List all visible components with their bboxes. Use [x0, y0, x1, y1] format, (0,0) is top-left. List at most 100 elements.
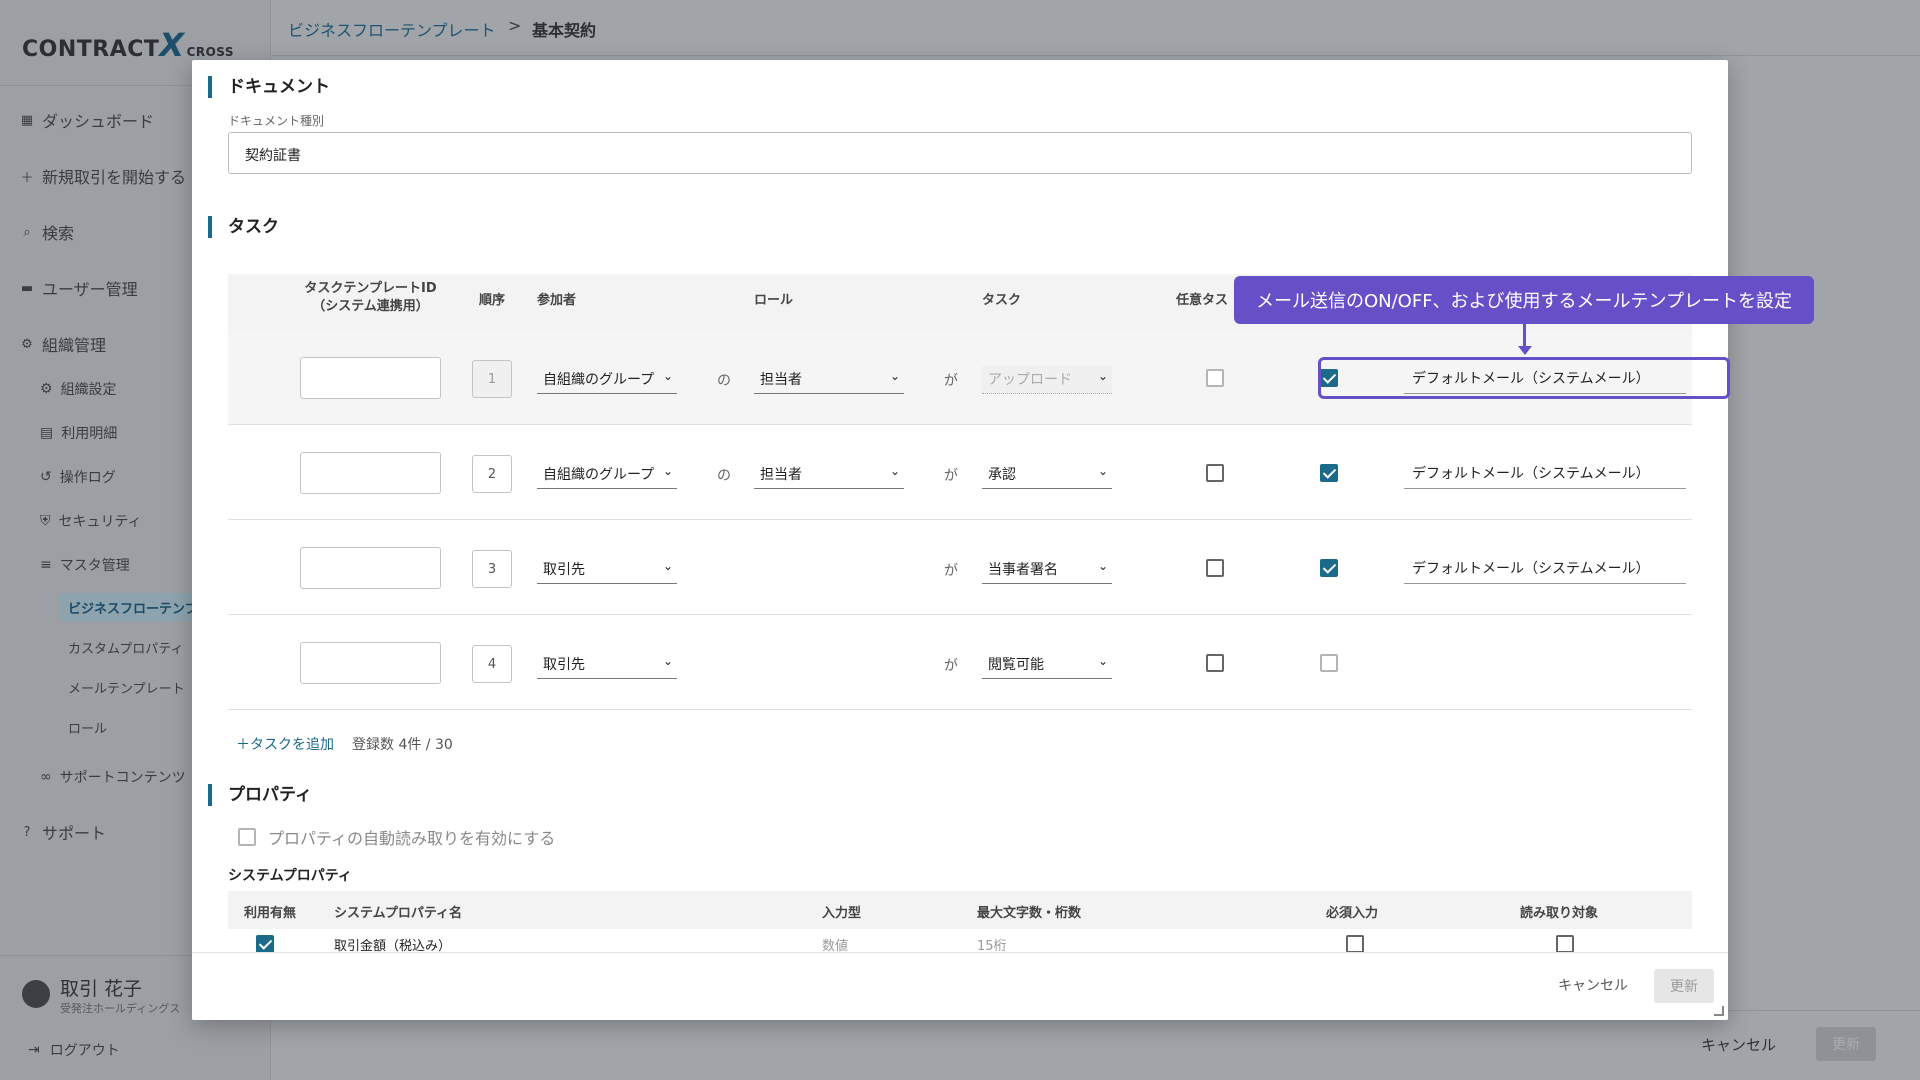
sidebar-item-billing[interactable]: ▤ 利用明細 [40, 423, 117, 443]
optional-checkbox[interactable] [1206, 559, 1224, 577]
template-id-input[interactable] [300, 452, 441, 494]
chevron-down-icon: ⌄ [889, 369, 900, 383]
mail-checkbox[interactable] [1320, 654, 1338, 672]
chevron-down-icon: ⌄ [1097, 369, 1108, 383]
sidebar-item-master[interactable]: ≡ マスタ管理 [40, 555, 130, 575]
page-update-button[interactable]: 更新 [1816, 1027, 1876, 1061]
order-field: 1 [472, 360, 512, 398]
section-title-property: プロパティ [208, 784, 312, 806]
chevron-down-icon: ⌄ [662, 559, 673, 573]
register-count: 登録数 4件 / 30 [352, 737, 453, 753]
sidebar-item-new-deal[interactable]: ＋ 新規取引を開始する [20, 164, 186, 188]
property-table-header: 利用有無 システムプロパティ名 入力型 最大文字数・桁数 必須入力 読み取り対象 [228, 891, 1692, 929]
order-field[interactable]: 4 [472, 645, 512, 683]
document-type-label: ドキュメント種別 [228, 114, 325, 128]
header-order: 順序 [478, 293, 505, 308]
auto-read-checkbox[interactable] [238, 828, 256, 846]
mail-template-select[interactable]: デフォルトメール（システムメール） [1404, 554, 1686, 584]
sidebar-item-dashboard[interactable]: ▦ ダッシュボード [20, 108, 154, 132]
optional-checkbox[interactable] [1206, 369, 1224, 387]
topbar: ビジネスフローテンプレート > 基本契約 [272, 0, 1920, 56]
order-field[interactable]: 2 [472, 455, 512, 493]
participant-select[interactable]: 自組織のグループ ⌄ [537, 366, 677, 394]
chevron-down-icon: ⌄ [662, 654, 673, 668]
enabled-checkbox[interactable] [256, 935, 274, 952]
order-field[interactable]: 3 [472, 550, 512, 588]
optional-checkbox[interactable] [1206, 464, 1224, 482]
role-select[interactable]: 担当者 ⌄ [754, 366, 904, 394]
page-cancel-button[interactable]: キャンセル [1701, 1034, 1776, 1055]
template-id-input[interactable] [300, 547, 441, 589]
breadcrumb-parent[interactable]: ビジネスフローテンプレート [288, 17, 496, 41]
read-target-checkbox[interactable] [1556, 935, 1574, 952]
header-max-length: 最大文字数・桁数 [977, 906, 1082, 921]
mail-template-select[interactable]: デフォルトメール（システムメール） [1404, 459, 1686, 489]
chevron-down-icon: ⌄ [662, 369, 673, 383]
template-id-input[interactable] [300, 642, 441, 684]
participant-select[interactable]: 取引先 ⌄ [537, 651, 677, 679]
task-select[interactable]: 承認 ⌄ [982, 461, 1112, 489]
sidebar-item-business-flow[interactable]: ビジネスフローテンプレ [68, 598, 211, 617]
required-checkbox[interactable] [1346, 935, 1364, 952]
help-icon: ? [23, 824, 31, 840]
chevron-right-icon: > [508, 16, 522, 35]
annotation-highlight-box [1318, 357, 1730, 399]
modal-footer: キャンセル 更新 [192, 952, 1728, 1020]
header-required: 必須入力 [1326, 906, 1379, 921]
gear-icon: ⚙ [21, 336, 33, 352]
users-icon: ▬ [20, 280, 34, 296]
chevron-down-icon: ⌄ [662, 464, 673, 478]
participant-select[interactable]: 取引先 ⌄ [537, 556, 677, 584]
logout-button[interactable]: ⇥ ログアウト [28, 1040, 120, 1060]
header-task: タスク [982, 293, 1022, 308]
mail-checkbox[interactable] [1320, 464, 1338, 482]
sidebar-item-support[interactable]: ? サポート [20, 820, 106, 844]
template-id-input[interactable] [300, 357, 441, 399]
chevron-down-icon: ⌄ [1097, 464, 1108, 478]
update-button[interactable]: 更新 [1654, 969, 1714, 1003]
participant-select[interactable]: 自組織のグループ ⌄ [537, 461, 677, 489]
sidebar-item-org-settings[interactable]: ⚙ 組織設定 [40, 379, 117, 399]
logo: CONTRACTX CROSS [22, 26, 235, 64]
dashboard-icon: ▦ [20, 112, 34, 128]
auto-read-toggle[interactable]: プロパティの自動読み取りを有効にする [238, 825, 555, 849]
cancel-button[interactable]: キャンセル [1558, 975, 1628, 995]
particle-ga: が [944, 563, 958, 579]
sidebar-item-mail-template[interactable]: メールテンプレート [68, 678, 185, 697]
chevron-down-icon: ⌄ [1097, 654, 1108, 668]
sidebar-item-search[interactable]: ⌕ 検索 [20, 220, 74, 244]
user-name: 取引 花子 [60, 978, 143, 1000]
database-icon: ≡ [40, 557, 52, 573]
task-select[interactable]: 閲覧可能 ⌄ [982, 651, 1112, 679]
avatar[interactable] [22, 980, 50, 1008]
breadcrumb-current: 基本契約 [532, 21, 597, 40]
header-read-target: 読み取り対象 [1520, 906, 1599, 921]
system-property-title: システムプロパティ [228, 868, 352, 884]
section-title-document: ドキュメント [208, 76, 330, 98]
sidebar-item-users[interactable]: ▬ ユーザー管理 [20, 276, 138, 300]
property-max-length: 15桁 [977, 939, 1007, 952]
particle-no: の [717, 373, 731, 389]
resize-grip-icon[interactable] [1714, 1006, 1724, 1016]
sidebar-item-org[interactable]: ⚙ 組織管理 [20, 332, 106, 356]
header-enabled: 利用有無 [244, 906, 297, 921]
sidebar-item-security[interactable]: ⛨ セキュリティ [40, 511, 142, 531]
header-input-type: 入力型 [822, 906, 862, 921]
section-title-task: タスク [208, 216, 279, 238]
link-icon: ∞ [40, 769, 52, 785]
mail-checkbox[interactable] [1320, 559, 1338, 577]
table-row: 取引金額（税込み） 数値 15桁 [228, 929, 1692, 952]
shield-icon: ⛨ [40, 513, 51, 529]
sidebar-item-operation-log[interactable]: ↺ 操作ログ [40, 467, 116, 487]
sidebar-item-support-contents[interactable]: ∞ サポートコンテンツ [40, 767, 186, 787]
header-property-name: システムプロパティ名 [334, 906, 463, 921]
sidebar-item-custom-property[interactable]: カスタムプロパティ [68, 638, 183, 657]
add-task-button[interactable]: ＋タスクを追加 [236, 734, 334, 754]
document-type-select[interactable]: 契約証書 [228, 132, 1692, 174]
sidebar-item-role[interactable]: ロール [68, 718, 107, 737]
optional-checkbox[interactable] [1206, 654, 1224, 672]
task-select[interactable]: 当事者署名 ⌄ [982, 556, 1112, 584]
role-select[interactable]: 担当者 ⌄ [754, 461, 904, 489]
history-icon: ↺ [40, 469, 52, 485]
gear-icon: ⚙ [40, 381, 53, 397]
